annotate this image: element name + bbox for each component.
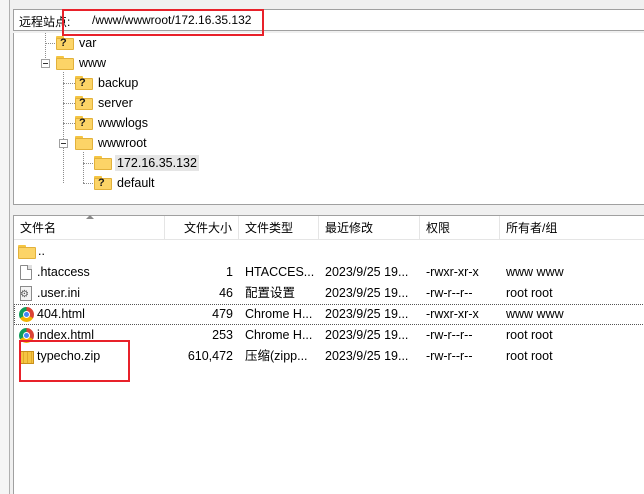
list-item[interactable]: .user.ini 46 配置设置 2023/9/25 19... -rw-r-… (14, 283, 644, 304)
column-header-type[interactable]: 文件类型 (239, 216, 319, 240)
folder-unknown-icon: ? (75, 116, 93, 130)
folder-unknown-icon: ? (56, 36, 74, 50)
left-panel-edge (0, 0, 10, 494)
list-item[interactable]: .htaccess 1 HTACCES... 2023/9/25 19... -… (14, 262, 644, 283)
column-header-permissions[interactable]: 权限 (420, 216, 500, 240)
file-modified: 2023/9/25 19... (325, 265, 409, 279)
file-permissions: -rwxr-xr-x (426, 307, 479, 321)
file-owner: root root (506, 349, 553, 363)
folder-icon (94, 156, 112, 170)
file-modified: 2023/9/25 19... (325, 307, 409, 321)
tree-item-wwwroot[interactable]: wwwroot (75, 134, 149, 152)
file-modified: 2023/9/25 19... (325, 286, 409, 300)
file-type: 压缩(zipp... (245, 349, 308, 363)
file-owner: www www (506, 265, 564, 279)
tree-item-label: var (79, 36, 97, 50)
file-permissions: -rwxr-xr-x (426, 265, 479, 279)
remote-directory-tree: ? var www ? backup ? server ? wwwlogs ww… (13, 33, 644, 205)
file-owner: root root (506, 286, 553, 300)
file-owner: root root (506, 328, 553, 342)
file-size: 1 (226, 265, 233, 279)
tree-item-label: server (98, 96, 133, 110)
remote-site-label: 远程站点: (19, 15, 71, 29)
file-modified: 2023/9/25 19... (325, 328, 409, 342)
file-name: 404.html (37, 307, 85, 321)
list-item-parent-dir[interactable]: .. (14, 241, 644, 262)
tree-item-label: wwwlogs (98, 116, 149, 130)
tree-item-www[interactable]: www (56, 54, 108, 72)
remote-path-input[interactable] (80, 10, 640, 30)
parent-folder-icon (18, 245, 36, 259)
file-permissions: -rw-r--r-- (426, 286, 473, 300)
file-modified: 2023/9/25 19... (325, 349, 409, 363)
tree-connector (63, 72, 64, 183)
tree-item-wwwlogs[interactable]: ? wwwlogs (75, 114, 150, 132)
file-icon (20, 265, 32, 280)
remote-site-bar: 远程站点: (13, 9, 644, 31)
list-item[interactable]: typecho.zip 610,472 压缩(zipp... 2023/9/25… (14, 346, 644, 367)
list-header: 文件名 文件大小 文件类型 最近修改 权限 所有者/组 (14, 215, 644, 240)
tree-item-default[interactable]: ? default (94, 174, 157, 192)
tree-item-backup[interactable]: ? backup (75, 74, 140, 92)
tree-item-server[interactable]: ? server (75, 94, 135, 112)
collapse-toggle[interactable] (41, 59, 50, 68)
file-size: 46 (219, 286, 233, 300)
folder-unknown-icon: ? (75, 76, 93, 90)
folder-unknown-icon: ? (75, 96, 93, 110)
file-name: .user.ini (37, 286, 81, 300)
tree-item-label: backup (98, 76, 139, 90)
tree-item-label: wwwroot (98, 136, 147, 150)
folder-unknown-icon: ? (94, 176, 112, 190)
file-size: 253 (212, 328, 233, 342)
folder-open-icon (75, 136, 93, 150)
file-type: 配置设置 (245, 286, 296, 300)
collapse-toggle[interactable] (59, 139, 68, 148)
file-name: index.html (37, 328, 94, 342)
panel-splitter[interactable] (13, 206, 644, 215)
file-type: Chrome H... (245, 307, 313, 321)
tree-item-172-16-35-132[interactable]: 172.16.35.132 (94, 154, 199, 172)
file-permissions: -rw-r--r-- (426, 349, 473, 363)
config-file-icon (20, 286, 32, 301)
tree-item-var[interactable]: ? var (56, 34, 98, 52)
chrome-icon (19, 328, 34, 343)
column-header-owner[interactable]: 所有者/组 (500, 216, 644, 240)
column-header-modified[interactable]: 最近修改 (319, 216, 420, 240)
column-header-size[interactable]: 文件大小 (165, 216, 239, 240)
list-item-focused[interactable]: 404.html 479 Chrome H... 2023/9/25 19...… (14, 304, 644, 325)
tree-connector (83, 152, 84, 183)
file-name: typecho.zip (37, 349, 101, 363)
tree-item-label: 172.16.35.132 (115, 155, 199, 171)
file-permissions: -rw-r--r-- (426, 328, 473, 342)
column-header-name[interactable]: 文件名 (14, 215, 165, 240)
file-name: .. (38, 244, 45, 258)
remote-file-list: 文件名 文件大小 文件类型 最近修改 权限 所有者/组 .. .htaccess… (13, 215, 644, 494)
file-size: 479 (212, 307, 233, 321)
sort-ascending-icon (86, 215, 94, 219)
file-size: 610,472 (187, 349, 233, 363)
list-item[interactable]: index.html 253 Chrome H... 2023/9/25 19.… (14, 325, 644, 346)
zip-icon (19, 351, 34, 364)
tree-item-label: default (117, 176, 155, 190)
chrome-icon (19, 307, 34, 322)
tree-item-label: www (79, 56, 107, 70)
file-type: HTACCES... (245, 265, 315, 279)
file-type: Chrome H... (245, 328, 313, 342)
file-name: .htaccess (37, 265, 90, 279)
folder-open-icon (56, 56, 74, 70)
file-owner: www www (506, 307, 564, 321)
